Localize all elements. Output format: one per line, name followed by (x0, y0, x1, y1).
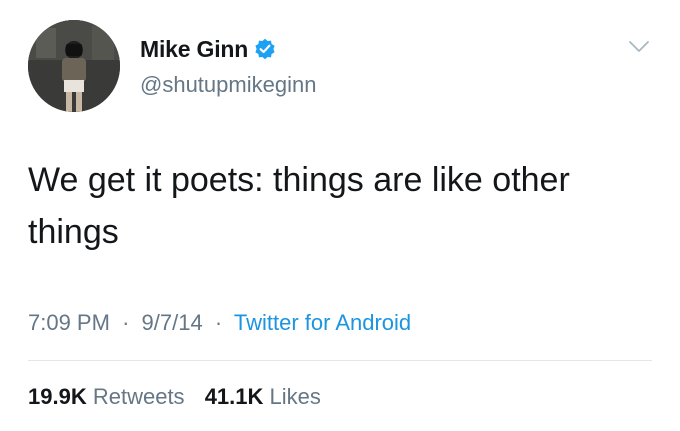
tweet-card: Mike Ginn @shutupmikeginn We get it poet… (0, 0, 680, 431)
name-row: Mike Ginn (140, 36, 316, 62)
meta-separator: · (122, 310, 130, 335)
chevron-down-icon[interactable] (628, 40, 650, 54)
display-name[interactable]: Mike Ginn (140, 36, 248, 63)
likes-label: Likes (269, 384, 321, 409)
user-handle[interactable]: @shutupmikeginn (140, 72, 316, 98)
retweets-stat[interactable]: 19.9K Retweets (28, 384, 191, 409)
verified-badge-icon (254, 38, 276, 60)
avatar-photo (28, 20, 120, 112)
likes-count: 41.1K (204, 384, 264, 409)
avatar[interactable] (28, 20, 120, 112)
meta-separator: · (214, 310, 223, 335)
divider (28, 360, 652, 361)
retweets-label: Retweets (92, 384, 185, 409)
tweet-source-link[interactable]: Twitter for Android (234, 310, 411, 335)
tweet-meta: 7:09 PM · 9/7/14 · Twitter for Android (28, 310, 411, 336)
tweet-date: 9/7/14 (141, 310, 203, 335)
likes-stat[interactable]: 41.1K Likes (205, 384, 321, 409)
tweet-text: We get it poets: things are like other t… (28, 161, 570, 251)
retweets-count: 19.9K (28, 384, 87, 409)
tweet-stats: 19.9K Retweets 41.1K Likes (28, 384, 335, 410)
tweet-time: 7:09 PM (28, 310, 110, 335)
user-info: Mike Ginn @shutupmikeginn (140, 36, 316, 98)
